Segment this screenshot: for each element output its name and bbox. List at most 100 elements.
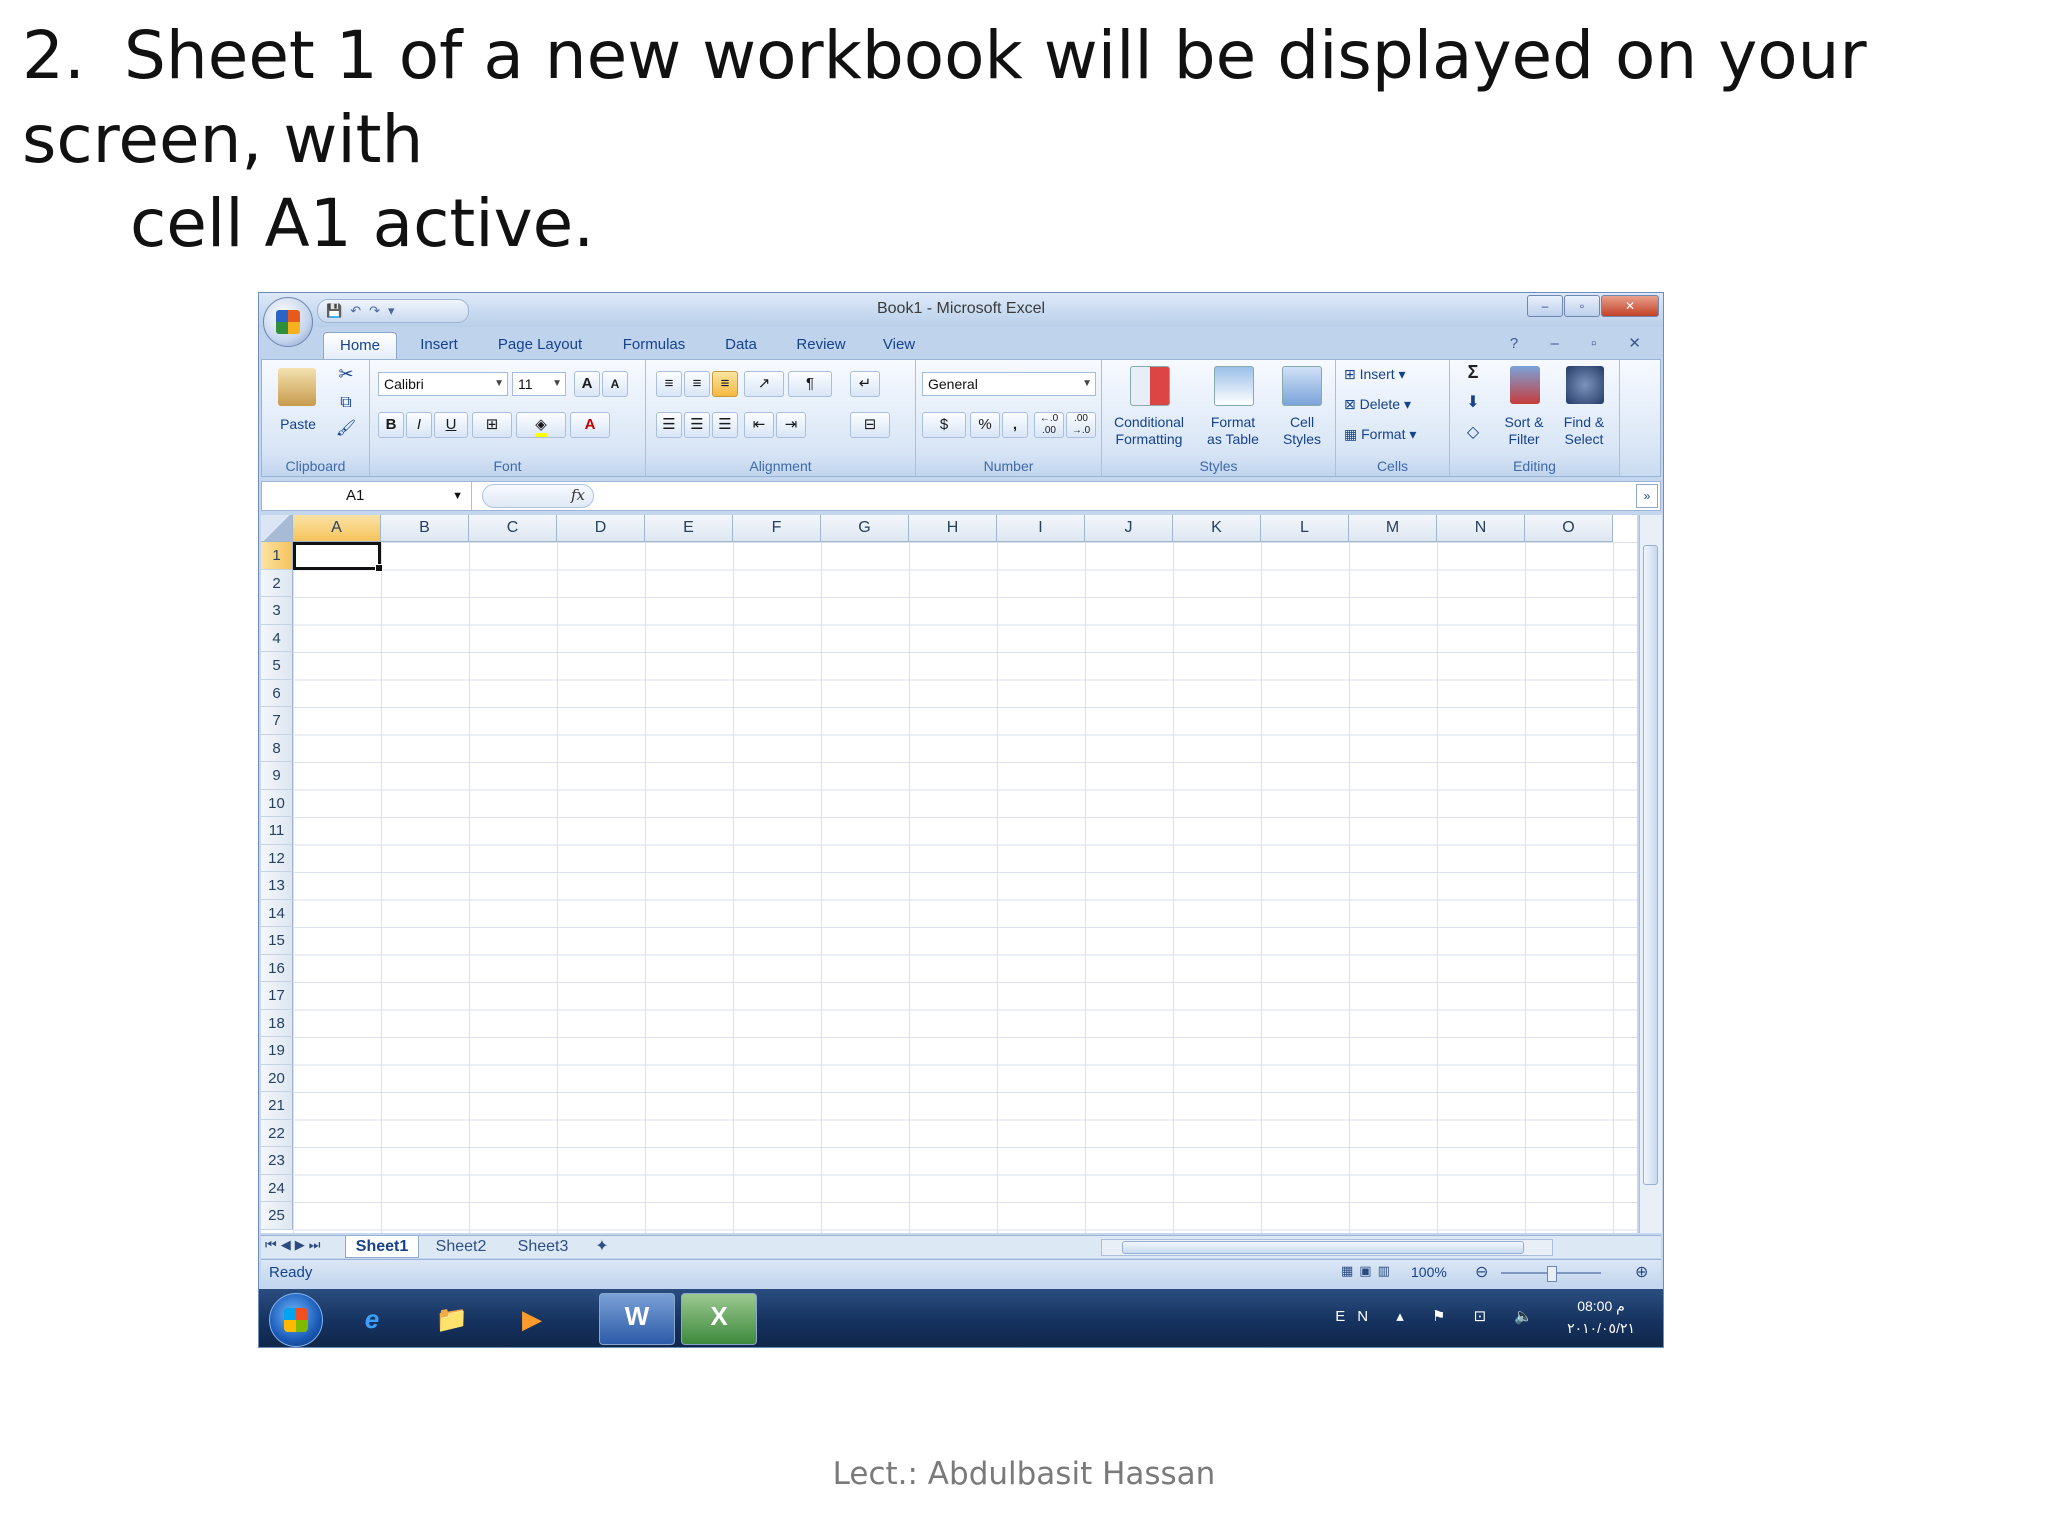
tab-page-layout[interactable]: Page Layout [485, 332, 595, 359]
cell-styles-button[interactable]: Cell Styles [1272, 414, 1332, 448]
merge-center-icon[interactable]: ⊟ [850, 412, 890, 438]
row-header[interactable]: 1 [261, 542, 293, 570]
tab-formulas[interactable]: Formulas [609, 332, 699, 359]
sheet-tab-1[interactable]: Sheet1 [345, 1236, 419, 1258]
horizontal-scrollbar[interactable] [1101, 1239, 1553, 1256]
italic-button[interactable]: I [406, 412, 432, 438]
row-header[interactable]: 17 [261, 982, 293, 1010]
system-tray[interactable]: EN ▴ ⚑ ⊡ 🔈 [1335, 1307, 1545, 1325]
increase-decimal-button[interactable]: ←.0 .00 [1034, 412, 1064, 438]
column-header[interactable]: M [1349, 515, 1437, 542]
insert-sheet-icon[interactable]: ✦ [587, 1236, 617, 1257]
zoom-level[interactable]: 100% [1411, 1264, 1447, 1280]
help-controls[interactable]: ? – ▫ ✕ [1510, 334, 1655, 352]
tab-data[interactable]: Data [711, 332, 771, 359]
tab-review[interactable]: Review [783, 332, 859, 359]
autosum-button[interactable]: Σ [1458, 363, 1488, 381]
view-buttons-icon[interactable]: ▦▣▥ [1341, 1263, 1396, 1279]
sheet-tab-2[interactable]: Sheet2 [423, 1236, 499, 1257]
column-header[interactable]: E [645, 515, 733, 542]
align-bottom-icon[interactable]: ≡ [712, 371, 738, 397]
column-header[interactable]: C [469, 515, 557, 542]
sheet-navigation-icon[interactable]: ⏮◀▶⏭ [265, 1237, 324, 1253]
column-header[interactable]: L [1261, 515, 1349, 542]
name-box[interactable]: A1 ▼ [262, 482, 472, 510]
vertical-scrollbar[interactable] [1639, 515, 1662, 1233]
row-header[interactable]: 19 [261, 1037, 293, 1065]
comma-button[interactable]: , [1002, 412, 1028, 438]
start-button[interactable] [269, 1293, 323, 1347]
row-header[interactable]: 2 [261, 569, 293, 597]
conditional-formatting-icon[interactable] [1130, 366, 1170, 406]
format-as-table-button[interactable]: Format as Table [1194, 414, 1272, 448]
text-direction-icon[interactable]: ¶ [788, 371, 832, 397]
insert-cells-button[interactable]: ⊞ Insert ▾ [1344, 366, 1444, 383]
accounting-format-icon[interactable]: $ [922, 412, 966, 438]
sort-filter-icon[interactable] [1510, 366, 1540, 404]
expand-formula-bar-icon[interactable]: » [1636, 484, 1658, 508]
clear-icon[interactable]: ◇ [1458, 424, 1488, 441]
increase-indent-icon[interactable]: ⇥ [776, 412, 806, 438]
row-header[interactable]: 5 [261, 652, 293, 680]
find-select-icon[interactable] [1566, 366, 1604, 404]
underline-button[interactable]: U [434, 412, 468, 438]
office-button[interactable] [263, 297, 313, 347]
sheet-tab-3[interactable]: Sheet3 [505, 1236, 581, 1257]
format-cells-button[interactable]: ▦ Format ▾ [1344, 426, 1444, 443]
wrap-text-icon[interactable]: ↵ [850, 371, 880, 397]
row-header[interactable]: 21 [261, 1092, 293, 1120]
row-header[interactable]: 14 [261, 899, 293, 927]
row-header[interactable]: 16 [261, 954, 293, 982]
tab-insert[interactable]: Insert [407, 332, 471, 359]
row-header[interactable]: 24 [261, 1174, 293, 1202]
column-header[interactable]: J [1085, 515, 1173, 542]
close-button[interactable]: ✕ [1601, 295, 1659, 317]
center-icon[interactable]: ☰ [684, 412, 710, 438]
column-header[interactable]: D [557, 515, 645, 542]
row-header[interactable]: 8 [261, 734, 293, 762]
zoom-out-icon[interactable]: ⊖ [1475, 1262, 1488, 1282]
folder-icon[interactable]: 📁 [429, 1297, 475, 1341]
select-all-button[interactable] [261, 515, 293, 542]
conditional-formatting-button[interactable]: Conditional Formatting [1102, 414, 1196, 448]
word-icon[interactable]: W [599, 1293, 675, 1345]
internet-explorer-icon[interactable]: e [349, 1297, 395, 1341]
row-header[interactable]: 13 [261, 872, 293, 900]
row-header[interactable]: 11 [261, 817, 293, 845]
font-size-field[interactable]: 11 ▼ [512, 372, 566, 396]
align-left-icon[interactable]: ☰ [656, 412, 682, 438]
clock[interactable]: 08:00 م ٢٠١٠/٠٥/٢١ [1567, 1295, 1635, 1339]
zoom-in-icon[interactable]: ⊕ [1635, 1262, 1648, 1282]
grow-font-button[interactable]: A [574, 371, 600, 397]
language-indicator[interactable]: EN [1335, 1308, 1380, 1325]
align-middle-icon[interactable]: ≡ [684, 371, 710, 397]
decrease-indent-icon[interactable]: ⇤ [744, 412, 774, 438]
column-header[interactable]: A [293, 515, 381, 542]
format-as-table-icon[interactable] [1214, 366, 1254, 406]
number-format-field[interactable]: General ▼ [922, 372, 1096, 396]
shrink-font-button[interactable]: A [602, 371, 628, 397]
tab-home[interactable]: Home [323, 332, 397, 360]
percent-button[interactable]: % [970, 412, 1000, 438]
copy-icon[interactable]: ⧉ [334, 394, 358, 411]
row-header[interactable]: 10 [261, 789, 293, 817]
decrease-decimal-button[interactable]: .00 →.0 [1066, 412, 1096, 438]
column-header[interactable]: I [997, 515, 1085, 542]
font-name-field[interactable]: Calibri ▼ [378, 372, 508, 396]
fill-icon[interactable]: ⬇ [1458, 394, 1488, 411]
fill-color-icon[interactable]: ◈ [516, 412, 566, 438]
borders-icon[interactable]: ⊞ [472, 412, 512, 438]
column-header[interactable]: K [1173, 515, 1261, 542]
column-header[interactable]: O [1525, 515, 1613, 542]
formula-input[interactable] [602, 482, 1632, 510]
bold-button[interactable]: B [378, 412, 404, 438]
find-select-button[interactable]: Find & Select [1554, 414, 1614, 448]
column-header[interactable]: G [821, 515, 909, 542]
row-header[interactable]: 9 [261, 762, 293, 790]
row-header[interactable]: 15 [261, 927, 293, 955]
row-header[interactable]: 22 [261, 1119, 293, 1147]
format-painter-icon[interactable]: 🖌 [334, 420, 358, 437]
column-header[interactable]: B [381, 515, 469, 542]
row-header[interactable]: 18 [261, 1009, 293, 1037]
column-header[interactable]: H [909, 515, 997, 542]
